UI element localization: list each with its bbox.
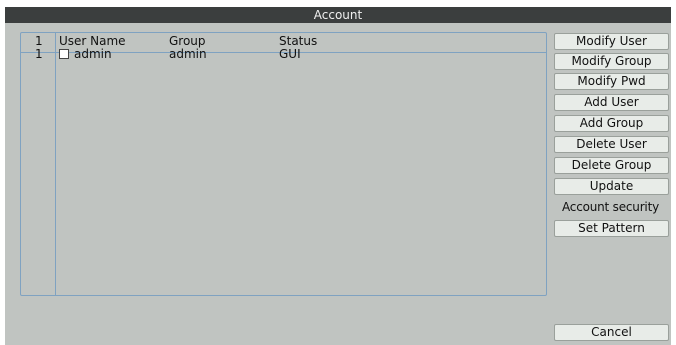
account-window: Account 1 User Name Group Status 1 admin…: [5, 7, 671, 345]
account-security-button[interactable]: Account security: [550, 199, 671, 216]
delete-group-button[interactable]: Delete Group: [554, 157, 669, 174]
header-index: 1: [35, 34, 43, 48]
column-header-group[interactable]: Group: [169, 35, 206, 47]
column-divider: [55, 33, 56, 295]
row-user-name: admin: [74, 47, 112, 61]
add-group-button[interactable]: Add Group: [554, 115, 669, 132]
set-pattern-button[interactable]: Set Pattern: [554, 220, 669, 237]
user-table: 1 User Name Group Status 1 admin admin G…: [20, 32, 547, 296]
window-title: Account: [5, 7, 671, 23]
modify-user-button[interactable]: Modify User: [554, 33, 669, 50]
row-status: GUI: [279, 47, 301, 61]
modify-group-button[interactable]: Modify Group: [554, 53, 669, 70]
row-index: 1: [35, 47, 43, 61]
modify-pwd-button[interactable]: Modify Pwd: [554, 73, 669, 90]
delete-user-button[interactable]: Delete User: [554, 136, 669, 153]
row-group: admin: [169, 47, 207, 61]
update-button[interactable]: Update: [554, 178, 669, 195]
row-checkbox[interactable]: [59, 49, 69, 59]
cancel-button[interactable]: Cancel: [554, 324, 669, 341]
add-user-button[interactable]: Add User: [554, 94, 669, 111]
column-header-status[interactable]: Status: [279, 35, 317, 47]
column-header-user-name[interactable]: User Name: [59, 35, 126, 47]
